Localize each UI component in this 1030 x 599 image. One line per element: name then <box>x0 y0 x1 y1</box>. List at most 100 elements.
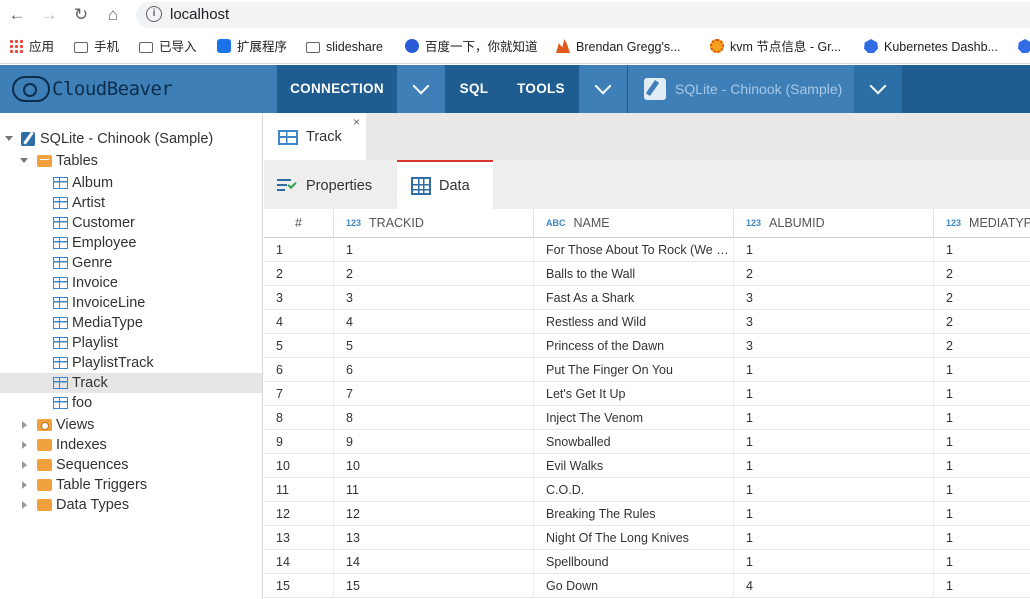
tree-table-genre[interactable]: Genre <box>0 253 262 273</box>
name-cell[interactable]: Let's Get It Up <box>534 382 734 406</box>
tools-menu[interactable]: TOOLS <box>503 65 579 113</box>
mediatypeid-cell[interactable]: 2 <box>934 334 1030 358</box>
row-number-cell[interactable]: 4 <box>264 310 334 334</box>
albumid-cell[interactable]: 3 <box>734 310 934 334</box>
tree-table-foo[interactable]: foo <box>0 393 262 413</box>
mediatypeid-cell[interactable]: 1 <box>934 430 1030 454</box>
tree-table-mediatype[interactable]: MediaType <box>0 313 262 333</box>
connection-menu-chevron-down-icon[interactable] <box>397 65 445 113</box>
expand-arrow-icon[interactable] <box>5 136 13 141</box>
expand-arrow-icon[interactable] <box>20 158 28 163</box>
trackid-cell[interactable]: 15 <box>334 574 534 598</box>
bookmark-slideshare[interactable]: slideshare <box>306 38 383 56</box>
table-row[interactable]: 13 13 Night Of The Long Knives 1 1 <box>264 526 1030 550</box>
row-number-cell[interactable]: 3 <box>264 286 334 310</box>
albumid-cell[interactable]: 1 <box>734 502 934 526</box>
collapse-arrow-icon[interactable] <box>22 421 27 429</box>
albumid-cell[interactable]: 1 <box>734 478 934 502</box>
bookmark-overflow[interactable] <box>1018 38 1030 56</box>
mediatypeid-cell[interactable]: 1 <box>934 478 1030 502</box>
albumid-cell[interactable]: 2 <box>734 262 934 286</box>
albumid-cell[interactable]: 3 <box>734 334 934 358</box>
column-header-name[interactable]: ABC NAME <box>534 209 734 238</box>
row-number-cell[interactable]: 15 <box>264 574 334 598</box>
table-row[interactable]: 4 4 Restless and Wild 3 2 <box>264 310 1030 334</box>
trackid-cell[interactable]: 12 <box>334 502 534 526</box>
mediatypeid-cell[interactable]: 1 <box>934 526 1030 550</box>
name-cell[interactable]: Night Of The Long Knives <box>534 526 734 550</box>
table-row[interactable]: 10 10 Evil Walks 1 1 <box>264 454 1030 478</box>
collapse-arrow-icon[interactable] <box>22 501 27 509</box>
trackid-cell[interactable]: 7 <box>334 382 534 406</box>
tree-table-invoice[interactable]: Invoice <box>0 273 262 293</box>
mediatypeid-cell[interactable]: 1 <box>934 382 1030 406</box>
table-row[interactable]: 6 6 Put The Finger On You 1 1 <box>264 358 1030 382</box>
name-cell[interactable]: Spellbound <box>534 550 734 574</box>
back-arrow-icon[interactable]: ← <box>6 4 28 26</box>
tree-table-playlist[interactable]: Playlist <box>0 333 262 353</box>
tree-folder-views[interactable]: Views <box>0 415 262 435</box>
mediatypeid-cell[interactable]: 2 <box>934 286 1030 310</box>
table-row[interactable]: 11 11 C.O.D. 1 1 <box>264 478 1030 502</box>
trackid-cell[interactable]: 6 <box>334 358 534 382</box>
bookmark-kvm[interactable]: kvm 节点信息 - Gr... <box>710 38 841 56</box>
albumid-cell[interactable]: 1 <box>734 358 934 382</box>
albumid-cell[interactable]: 1 <box>734 430 934 454</box>
trackid-cell[interactable]: 4 <box>334 310 534 334</box>
table-row[interactable]: 3 3 Fast As a Shark 3 2 <box>264 286 1030 310</box>
column-header-albumid[interactable]: 123 ALBUMID <box>734 209 934 238</box>
tree-table-customer[interactable]: Customer <box>0 213 262 233</box>
reload-icon[interactable]: ↻ <box>70 4 92 26</box>
trackid-cell[interactable]: 9 <box>334 430 534 454</box>
home-icon[interactable]: ⌂ <box>102 4 124 26</box>
tab-track[interactable]: Track × <box>264 113 366 160</box>
row-number-cell[interactable]: 14 <box>264 550 334 574</box>
row-number-cell[interactable]: 2 <box>264 262 334 286</box>
name-cell[interactable]: C.O.D. <box>534 478 734 502</box>
albumid-cell[interactable]: 1 <box>734 550 934 574</box>
albumid-cell[interactable]: 4 <box>734 574 934 598</box>
tree-table-employee[interactable]: Employee <box>0 233 262 253</box>
row-number-cell[interactable]: 8 <box>264 406 334 430</box>
logo[interactable]: CloudBeaver <box>0 65 277 113</box>
name-cell[interactable]: Balls to the Wall <box>534 262 734 286</box>
row-number-cell[interactable]: 13 <box>264 526 334 550</box>
bookmark-kubernetes[interactable]: Kubernetes Dashb... <box>864 38 998 56</box>
mediatypeid-cell[interactable]: 2 <box>934 262 1030 286</box>
mediatypeid-cell[interactable]: 1 <box>934 358 1030 382</box>
albumid-cell[interactable]: 1 <box>734 454 934 478</box>
tree-folder-tables[interactable]: Tables <box>0 151 262 171</box>
collapse-arrow-icon[interactable] <box>22 481 27 489</box>
row-number-cell[interactable]: 9 <box>264 430 334 454</box>
collapse-arrow-icon[interactable] <box>22 441 27 449</box>
trackid-cell[interactable]: 8 <box>334 406 534 430</box>
sql-menu[interactable]: SQL <box>445 65 503 113</box>
row-number-cell[interactable]: 1 <box>264 238 334 262</box>
row-number-cell[interactable]: 7 <box>264 382 334 406</box>
table-row[interactable]: 2 2 Balls to the Wall 2 2 <box>264 262 1030 286</box>
info-icon[interactable]: i <box>146 6 162 22</box>
mediatypeid-cell[interactable]: 1 <box>934 238 1030 262</box>
name-cell[interactable]: For Those About To Rock (We Salute You) <box>534 238 734 262</box>
tab-properties[interactable]: Properties <box>264 160 397 209</box>
albumid-cell[interactable]: 1 <box>734 382 934 406</box>
name-cell[interactable]: Go Down <box>534 574 734 598</box>
row-number-cell[interactable]: 6 <box>264 358 334 382</box>
trackid-cell[interactable]: 13 <box>334 526 534 550</box>
bookmark-imported[interactable]: 已导入 <box>139 38 197 56</box>
trackid-cell[interactable]: 10 <box>334 454 534 478</box>
bookmark-phone[interactable]: 手机 <box>74 38 119 56</box>
trackid-cell[interactable]: 1 <box>334 238 534 262</box>
table-row[interactable]: 15 15 Go Down 4 1 <box>264 574 1030 598</box>
table-row[interactable]: 7 7 Let's Get It Up 1 1 <box>264 382 1030 406</box>
trackid-cell[interactable]: 14 <box>334 550 534 574</box>
table-row[interactable]: 8 8 Inject The Venom 1 1 <box>264 406 1030 430</box>
albumid-cell[interactable]: 1 <box>734 238 934 262</box>
table-row[interactable]: 5 5 Princess of the Dawn 3 2 <box>264 334 1030 358</box>
albumid-cell[interactable]: 1 <box>734 406 934 430</box>
trackid-cell[interactable]: 11 <box>334 478 534 502</box>
forward-arrow-icon[interactable]: → <box>38 4 60 26</box>
bookmark-apps[interactable]: 应用 <box>9 38 54 56</box>
bookmark-baidu[interactable]: 百度一下，你就知道 <box>405 38 538 56</box>
mediatypeid-cell[interactable]: 1 <box>934 502 1030 526</box>
